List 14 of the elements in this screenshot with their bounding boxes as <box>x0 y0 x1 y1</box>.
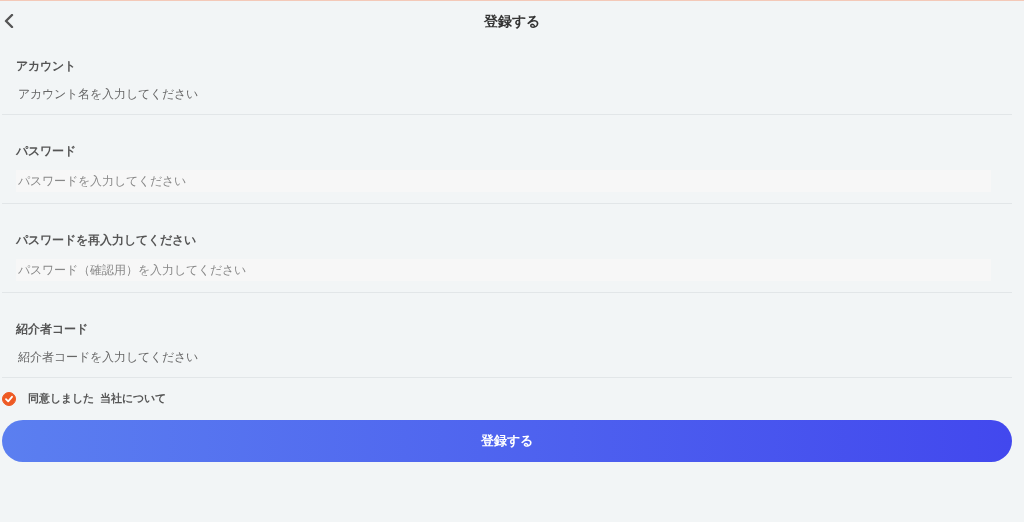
back-icon[interactable] <box>4 14 14 28</box>
register-button[interactable]: 登録する <box>2 420 1012 462</box>
input-field[interactable]: パスワード（確認用）を入力してください <box>16 259 991 281</box>
page-title: 登録する <box>484 12 540 31</box>
field-label: パスワード <box>16 143 77 160</box>
field-label: パスワードを再入力してください <box>16 232 197 249</box>
input-field[interactable]: アカウント名を入力してください <box>16 85 991 103</box>
about-link[interactable]: 当社について <box>100 391 166 406</box>
checkbox[interactable] <box>2 391 16 406</box>
agreement-text: 同意しました <box>28 391 94 406</box>
field-label: 紹介者コード <box>16 321 89 338</box>
field-label: アカウント <box>16 58 77 75</box>
input-field[interactable]: パスワードを入力してください <box>16 170 991 192</box>
input-field[interactable]: 紹介者コードを入力してください <box>16 348 991 366</box>
